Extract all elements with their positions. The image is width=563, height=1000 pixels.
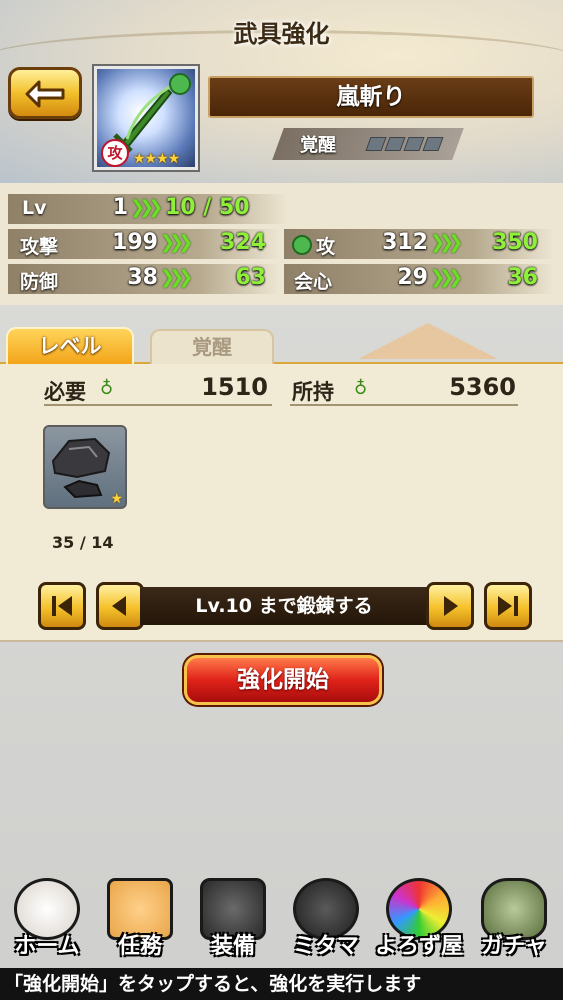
owned-label: 所持 — [292, 380, 334, 404]
weapon-card[interactable]: 攻 ★★★★ — [92, 64, 200, 172]
chevron-right-icon — [444, 596, 458, 616]
attack-new: 324 — [220, 230, 266, 255]
material-slot[interactable]: ★ — [43, 425, 127, 509]
tip-bar: 「強化開始」をタップすると、強化を実行します — [0, 968, 563, 1000]
awaken-pip — [365, 137, 387, 151]
nav-equipment-label: 装備 — [210, 934, 255, 959]
money-icon: ♁ — [100, 378, 114, 399]
prev-level-button[interactable] — [96, 582, 144, 630]
weapon-name: 嵐斬り — [208, 76, 534, 118]
critical-label: 会心 — [294, 271, 333, 293]
divider — [44, 404, 272, 406]
lv-label: Lv — [22, 197, 47, 219]
material-star: ★ — [110, 491, 123, 507]
lv-current: 1 — [112, 195, 128, 220]
owned-value: 5360 — [449, 373, 516, 401]
divider — [290, 404, 518, 406]
back-button[interactable] — [8, 67, 82, 119]
back-arrow-icon — [25, 80, 65, 108]
attack-current: 199 — [112, 230, 158, 255]
upgrade-chevrons-icon: ❯❯❯ — [160, 267, 193, 288]
nav-shop-label: よろず屋 — [374, 934, 463, 959]
money-icon: ♁ — [354, 378, 368, 399]
start-enhance-button[interactable]: 強化開始 — [184, 655, 382, 705]
nav-home-label: ホーム — [14, 934, 80, 959]
max-level-button[interactable] — [484, 582, 532, 630]
forge-level-display: Lv.10 まで鍛錬する — [140, 587, 428, 625]
upgrade-chevrons-icon: ❯❯❯ — [430, 267, 463, 288]
upgrade-chevrons-icon: ❯❯❯ — [130, 197, 163, 218]
nav-equipment[interactable]: 装備 — [186, 872, 280, 968]
tab-level[interactable]: レベル — [6, 327, 134, 364]
next-level-button[interactable] — [426, 582, 474, 630]
nav-gacha[interactable]: ガチャ — [467, 872, 561, 968]
attack-label: 攻撃 — [20, 236, 59, 258]
awaken-pip — [384, 137, 406, 151]
magatama-icon — [292, 235, 312, 255]
critical-current: 29 — [397, 265, 428, 290]
first-level-button[interactable] — [38, 582, 86, 630]
nav-shop[interactable]: よろず屋 — [372, 872, 466, 968]
nav-quest-label: 任務 — [117, 934, 162, 959]
upgrade-chevrons-icon: ❯❯❯ — [160, 232, 193, 253]
material-count: 35 / 14 — [52, 533, 114, 552]
required-value: 1510 — [201, 373, 268, 401]
skip-end-icon — [498, 596, 518, 616]
critical-new: 36 — [507, 265, 538, 290]
nav-quest[interactable]: 任務 — [93, 872, 187, 968]
defense-current: 38 — [127, 265, 158, 290]
chevron-left-icon — [112, 596, 126, 616]
nav-mitama[interactable]: ミタマ — [279, 872, 373, 968]
nav-mitama-label: ミタマ — [292, 934, 359, 959]
magatama-attack-new: 350 — [492, 230, 538, 255]
page-title: 武具強化 — [233, 20, 330, 48]
awaken-label: 覚醒 — [300, 135, 336, 156]
skip-start-icon — [52, 596, 72, 616]
lv-new: 10 / 50 — [165, 195, 250, 220]
defense-label: 防御 — [20, 271, 59, 293]
awaken-pips — [365, 137, 444, 151]
nav-gacha-label: ガチャ — [481, 934, 547, 959]
awaken-pip — [422, 137, 444, 151]
upgrade-chevrons-icon: ❯❯❯ — [430, 232, 463, 253]
rarity-stars: ★★★★ — [133, 151, 180, 167]
nav-home[interactable]: ホーム — [0, 872, 94, 968]
panel-collapse-arrow[interactable] — [358, 323, 498, 359]
magatama-icon — [169, 73, 191, 95]
magatama-attack-current: 312 — [382, 230, 428, 255]
attack-type-badge: 攻 — [101, 139, 129, 167]
bottom-nav: ホーム 任務 装備 ミタマ よろず屋 ガチャ — [0, 872, 563, 968]
tab-awaken[interactable]: 覚醒 — [150, 329, 274, 364]
defense-new: 63 — [235, 265, 266, 290]
magatama-attack-label: 攻 — [316, 236, 336, 258]
required-label: 必要 — [44, 380, 86, 404]
awaken-pip — [403, 137, 425, 151]
